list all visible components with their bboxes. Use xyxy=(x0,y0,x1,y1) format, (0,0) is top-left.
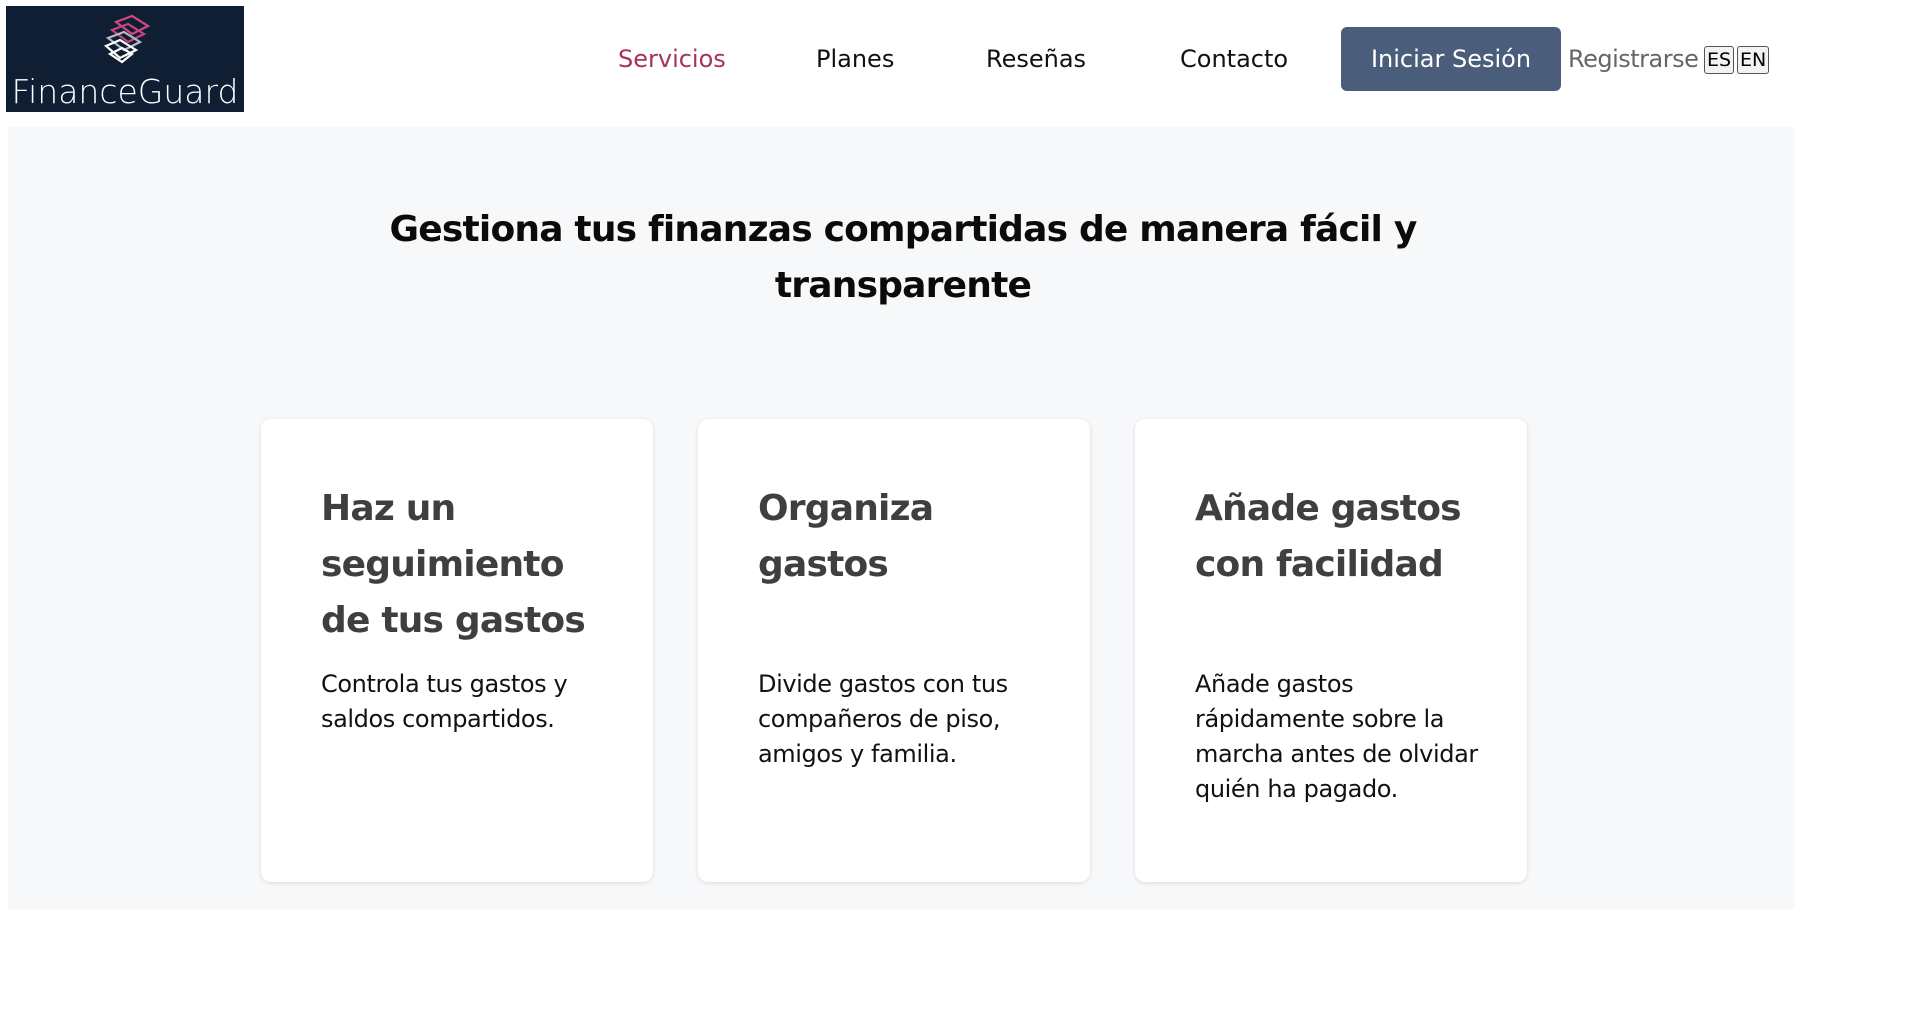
stacked-layers-icon xyxy=(103,14,151,64)
language-en-button[interactable]: EN xyxy=(1737,46,1770,74)
card-description: Controla tus gastos y saldos compartidos… xyxy=(321,670,568,733)
login-button[interactable]: Iniciar Sesión xyxy=(1341,27,1561,91)
card-description: Añade gastos rápidamente sobre la marcha… xyxy=(1195,670,1478,803)
card-title: Añade gastos con facilidad xyxy=(1195,488,1462,585)
card-title: Organiza gastos xyxy=(758,488,934,585)
logo-text: FinanceGuard xyxy=(11,72,239,111)
nav-contacto[interactable]: Contacto xyxy=(1180,45,1288,73)
nav-servicios[interactable]: Servicios xyxy=(618,45,726,73)
hero-title: Gestiona tus finanzas compartidas de man… xyxy=(389,209,1418,306)
card-description: Divide gastos con tus compañeros de piso… xyxy=(758,670,1008,768)
logo-link[interactable]: FinanceGuard xyxy=(6,6,244,112)
feature-card-add: Añade gastos con facilidad Añade gastos … xyxy=(1135,419,1527,882)
nav-resenas[interactable]: Reseñas xyxy=(986,45,1086,73)
services-section: Gestiona tus finanzas compartidas de man… xyxy=(8,127,1794,909)
nav-planes[interactable]: Planes xyxy=(816,45,894,73)
feature-card-tracking: Haz un seguimiento de tus gastos Control… xyxy=(261,419,653,882)
register-link[interactable]: Registrarse xyxy=(1568,45,1699,73)
feature-card-organize: Organiza gastos Divide gastos con tus co… xyxy=(698,419,1090,882)
language-es-button[interactable]: ES xyxy=(1704,46,1735,74)
card-title: Haz un seguimiento de tus gastos xyxy=(321,488,586,641)
